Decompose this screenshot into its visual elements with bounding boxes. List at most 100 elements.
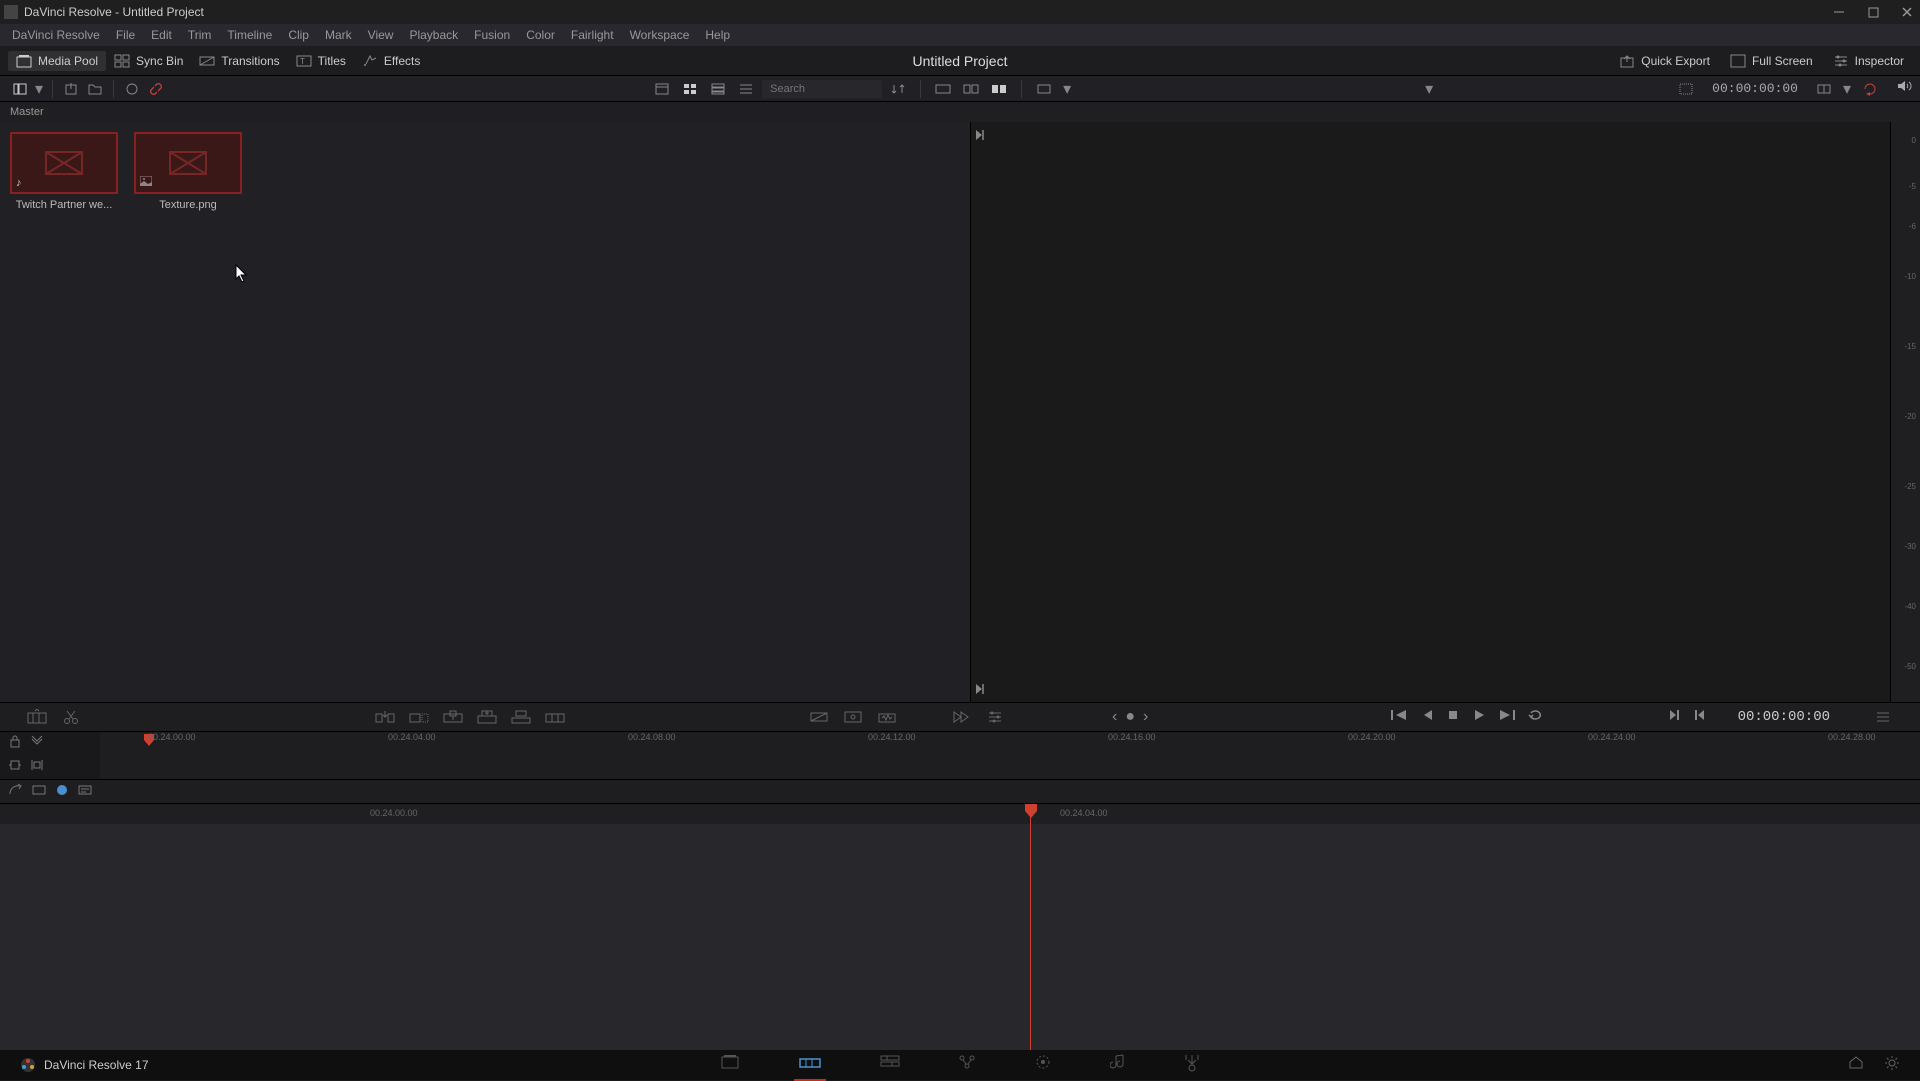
quick-export-button[interactable]: Quick Export: [1611, 51, 1718, 71]
link-button[interactable]: [146, 80, 166, 98]
loop-playback-button[interactable]: [1526, 706, 1546, 729]
import-folder-button[interactable]: [85, 80, 105, 98]
transitions-toggle[interactable]: Transitions: [191, 51, 287, 71]
timeline-options-button[interactable]: [1870, 706, 1896, 728]
mark-out-button[interactable]: [1692, 706, 1708, 729]
ruler-track-top[interactable]: 00.24.00.00 00.24.04.00 00.24.08.00 00.2…: [100, 732, 1920, 779]
menu-color[interactable]: Color: [520, 26, 561, 44]
menu-fusion[interactable]: Fusion: [468, 26, 516, 44]
media-pool-panel[interactable]: ♪ Twitch Partner we... Texture.png: [0, 122, 970, 702]
locked-trim-button[interactable]: [30, 758, 44, 777]
sync-audio-button[interactable]: [874, 706, 900, 728]
source-tape-button[interactable]: [933, 80, 953, 98]
close-up-button[interactable]: [474, 706, 500, 728]
menu-view[interactable]: View: [362, 26, 400, 44]
append-button[interactable]: [406, 706, 432, 728]
video-track-button[interactable]: [32, 783, 46, 801]
menu-clip[interactable]: Clip: [282, 26, 315, 44]
cut-page-tab[interactable]: [794, 1050, 826, 1081]
sync-bin-toggle[interactable]: Sync Bin: [106, 51, 191, 71]
go-to-end-button[interactable]: [1496, 706, 1518, 729]
mark-in-button[interactable]: [1666, 706, 1682, 729]
close-button[interactable]: [1898, 3, 1916, 21]
clip-thumbnail[interactable]: ♪: [10, 132, 118, 194]
clip-thumbnail[interactable]: [134, 132, 242, 194]
menu-trim[interactable]: Trim: [182, 26, 218, 44]
minimize-button[interactable]: [1830, 3, 1848, 21]
menu-davinci-resolve[interactable]: DaVinci Resolve: [6, 26, 106, 44]
go-to-next-icon[interactable]: [975, 128, 985, 142]
edit-page-tab[interactable]: [876, 1050, 904, 1081]
menu-playback[interactable]: Playback: [403, 26, 464, 44]
menu-workspace[interactable]: Workspace: [624, 26, 696, 44]
auto-track-button[interactable]: [8, 782, 22, 801]
sync-button[interactable]: [122, 80, 142, 98]
menu-file[interactable]: File: [110, 26, 141, 44]
playhead-line[interactable]: [1030, 804, 1031, 1064]
timeline-tracks[interactable]: [0, 824, 1920, 1064]
media-pool-toggle[interactable]: Media Pool: [8, 51, 106, 71]
fusion-page-tab[interactable]: [954, 1050, 980, 1081]
subtitle-track-button[interactable]: [78, 783, 92, 801]
timecode-mode-button[interactable]: [1814, 80, 1834, 98]
free-trim-button[interactable]: [8, 758, 22, 777]
step-back-button[interactable]: [1418, 706, 1436, 729]
sort-button[interactable]: [888, 80, 908, 98]
chevron-down-icon[interactable]: ▾: [1842, 80, 1852, 98]
effects-toggle[interactable]: Effects: [354, 51, 428, 71]
split-button[interactable]: [58, 706, 84, 728]
loop-button[interactable]: [1860, 80, 1880, 98]
source-overwrite-button[interactable]: [542, 706, 568, 728]
viewer-panel[interactable]: [970, 122, 1890, 702]
menu-fairlight[interactable]: Fairlight: [565, 26, 620, 44]
color-page-tab[interactable]: [1030, 1050, 1056, 1081]
import-media-button[interactable]: [61, 80, 81, 98]
fairlight-page-tab[interactable]: [1106, 1050, 1130, 1081]
boring-detector-button[interactable]: [24, 706, 50, 728]
prev-edit-button[interactable]: ‹: [1112, 708, 1117, 726]
home-button[interactable]: [1848, 1055, 1864, 1076]
source-clip-button[interactable]: [961, 80, 981, 98]
tools-button[interactable]: [840, 706, 866, 728]
maximize-button[interactable]: [1864, 3, 1882, 21]
media-clip[interactable]: Texture.png: [134, 132, 242, 692]
chevron-down-icon[interactable]: ▾: [1062, 80, 1072, 98]
speaker-icon[interactable]: [1896, 79, 1912, 98]
media-page-tab[interactable]: [716, 1050, 744, 1081]
safe-area-button[interactable]: [1676, 80, 1696, 98]
timeline-lock-button[interactable]: [8, 734, 22, 753]
metadata-view-button[interactable]: [652, 80, 672, 98]
smart-insert-button[interactable]: [372, 706, 398, 728]
settings-icon[interactable]: [982, 706, 1008, 728]
timeline-panel[interactable]: 00.24.00.00 00.24.04.00: [0, 804, 1920, 1064]
timeline-ruler-top[interactable]: 00.24.00.00 00.24.04.00 00.24.08.00 00.2…: [0, 732, 1920, 780]
playhead-indicator[interactable]: [1025, 804, 1037, 818]
media-clip[interactable]: ♪ Twitch Partner we...: [10, 132, 118, 692]
fast-review-button[interactable]: [948, 706, 974, 728]
audio-track-button[interactable]: [56, 783, 68, 801]
thumbnail-view-button[interactable]: [680, 80, 700, 98]
deliver-page-tab[interactable]: [1180, 1050, 1204, 1081]
stop-button[interactable]: [1444, 706, 1462, 729]
breadcrumb[interactable]: Master: [0, 102, 1920, 122]
timeline-expand-button[interactable]: [30, 734, 44, 753]
chevron-down-icon[interactable]: ▾: [1424, 80, 1434, 98]
dual-viewer-button[interactable]: [989, 80, 1009, 98]
menu-mark[interactable]: Mark: [319, 26, 358, 44]
list-view-button[interactable]: [736, 80, 756, 98]
play-button[interactable]: [1470, 706, 1488, 729]
ripple-overwrite-button[interactable]: [440, 706, 466, 728]
titles-toggle[interactable]: T Titles: [288, 51, 354, 71]
search-input[interactable]: [762, 80, 882, 98]
transition-button[interactable]: [806, 706, 832, 728]
next-edit-button[interactable]: ›: [1143, 708, 1148, 726]
viewer-mode-button[interactable]: [1034, 80, 1054, 98]
inspector-toggle[interactable]: Inspector: [1825, 51, 1912, 71]
chevron-down-icon[interactable]: ▾: [34, 80, 44, 98]
full-screen-button[interactable]: Full Screen: [1722, 51, 1821, 71]
menu-help[interactable]: Help: [699, 26, 736, 44]
place-on-top-button[interactable]: [508, 706, 534, 728]
bin-list-button[interactable]: [10, 80, 30, 98]
menu-timeline[interactable]: Timeline: [221, 26, 278, 44]
go-to-next-icon[interactable]: [975, 682, 985, 696]
